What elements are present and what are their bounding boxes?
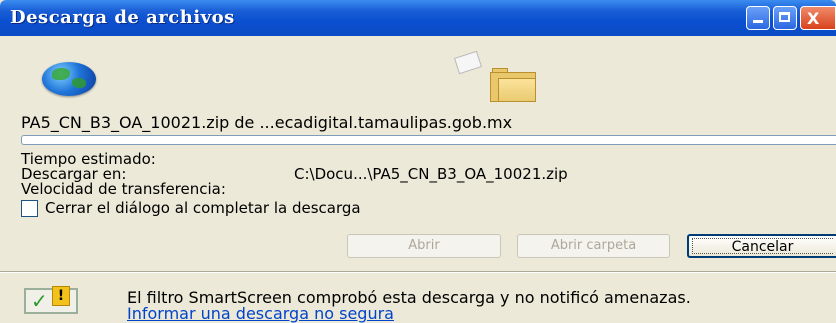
close-icon: X	[807, 9, 820, 28]
folder-icon	[490, 68, 538, 102]
globe-land	[52, 68, 70, 80]
close-on-complete-checkbox[interactable]	[21, 200, 38, 217]
destination-path: C:\Docu...\PA5_CN_B3_OA_10021.zip	[294, 165, 568, 183]
report-unsafe-download-link[interactable]: Informar una descarga no segura	[127, 304, 394, 323]
separator	[0, 271, 836, 273]
title-bar[interactable]: Descarga de archivos X	[0, 0, 836, 36]
transfer-speed-label: Velocidad de transferencia:	[21, 180, 226, 198]
smartscreen-shield-icon: ✓ !	[24, 286, 80, 316]
download-file-source: PA5_CN_B3_OA_10021.zip de ...ecadigital.…	[21, 113, 513, 132]
open-folder-button[interactable]: Abrir carpeta	[517, 234, 670, 258]
checkmark-icon: ✓	[31, 289, 48, 313]
window-title: Descarga de archivos	[10, 7, 235, 28]
globe-icon	[42, 62, 96, 96]
globe-land	[72, 78, 86, 88]
maximize-icon	[779, 12, 790, 22]
open-button[interactable]: Abrir	[347, 234, 501, 258]
minimize-icon	[753, 20, 763, 23]
maximize-button[interactable]	[773, 6, 797, 30]
download-progress-bar	[21, 135, 836, 145]
folder-front	[498, 78, 536, 102]
close-on-complete-label[interactable]: Cerrar el diálogo al completar la descar…	[45, 199, 361, 217]
minimize-button[interactable]	[746, 6, 770, 30]
cancel-button[interactable]: Cancelar	[687, 234, 836, 258]
focus-ring	[692, 238, 833, 254]
warning-icon: !	[52, 286, 70, 306]
document-icon	[453, 50, 483, 75]
close-button[interactable]: X	[800, 6, 836, 30]
